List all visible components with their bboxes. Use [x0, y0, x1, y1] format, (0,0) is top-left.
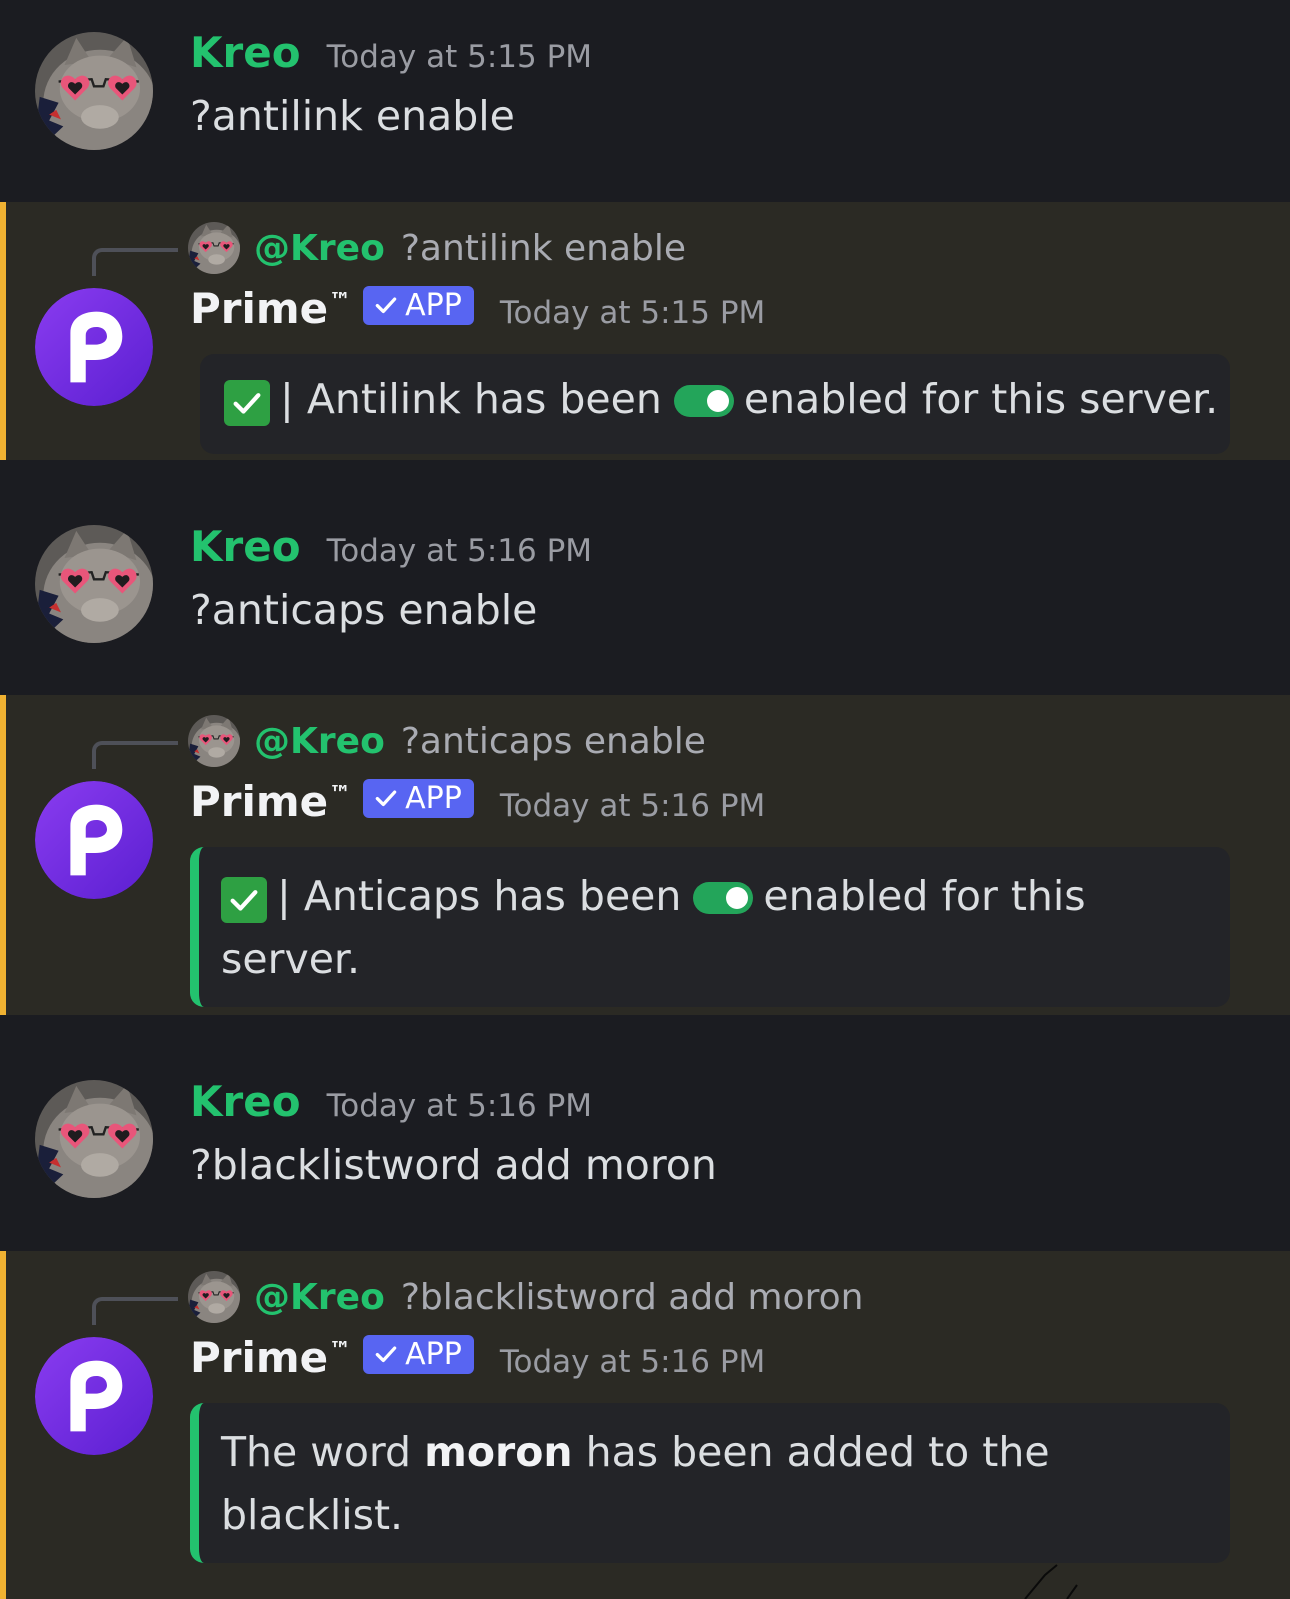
bot-reply-box: | Antilink has been enabled for this serv… — [200, 354, 1230, 454]
user-avatar[interactable] — [35, 525, 153, 643]
app-badge: APP — [363, 285, 474, 325]
username[interactable]: Kreo — [190, 1077, 301, 1126]
reply-username[interactable]: @Kreo — [254, 721, 385, 762]
user-avatar[interactable] — [35, 1080, 153, 1198]
reply-connector — [92, 248, 178, 276]
message-text: ?anticaps enable — [190, 586, 538, 634]
bot-avatar[interactable] — [35, 781, 153, 899]
reply-text: ?antilink enable — [400, 227, 687, 269]
verified-check-icon — [373, 1341, 399, 1367]
reply-reference[interactable]: @Kreo ?antilink enable — [92, 220, 686, 276]
verified-check-icon — [373, 292, 399, 318]
reply-text: ?anticaps enable — [400, 720, 706, 762]
message-text: ?antilink enable — [190, 92, 515, 140]
username[interactable]: Kreo — [190, 28, 301, 77]
toggle-on-icon — [673, 385, 734, 417]
user-avatar[interactable] — [35, 32, 153, 150]
timestamp: Today at 5:16 PM — [499, 1344, 766, 1380]
reply-connector — [92, 741, 178, 769]
app-badge: APP — [363, 1334, 474, 1374]
bot-message: @Kreo ?antilink enable Prime™ APP Today … — [0, 202, 1290, 460]
timestamp: Today at 5:15 PM — [499, 295, 766, 331]
reply-text: ?blacklistword add moron — [400, 1276, 864, 1318]
check-mark-icon — [221, 877, 267, 923]
user-message: Kreo Today at 5:16 PM ?blacklistword add… — [0, 1015, 1290, 1251]
message-header: Prime™ APP Today at 5:15 PM — [190, 284, 765, 333]
user-message: Kreo Today at 5:15 PM ?antilink enable — [0, 0, 1290, 202]
bot-name[interactable]: Prime™ — [190, 777, 351, 826]
user-message: Kreo Today at 5:16 PM ?anticaps enable — [0, 460, 1290, 695]
timestamp: Today at 5:16 PM — [326, 1088, 593, 1124]
reply-username[interactable]: @Kreo — [254, 228, 385, 269]
embed-line: | Anticaps has been enabled for this — [221, 865, 1206, 928]
embed: | Anticaps has been enabled for this serv… — [190, 847, 1230, 1007]
embed-line: server. — [221, 935, 361, 983]
message-header: Prime™ APP Today at 5:16 PM — [190, 777, 765, 826]
message-text: ?blacklistword add moron — [190, 1141, 717, 1189]
bot-avatar[interactable] — [35, 288, 153, 406]
reply-username[interactable]: @Kreo — [254, 1277, 385, 1318]
message-header: Kreo Today at 5:16 PM — [190, 522, 592, 571]
bot-message: @Kreo ?anticaps enable Prime™ APP Today … — [0, 695, 1290, 1015]
check-mark-icon — [224, 380, 270, 426]
reply-reference[interactable]: @Kreo ?anticaps enable — [92, 713, 706, 769]
scroll-handle-icon — [1024, 1564, 1078, 1599]
timestamp: Today at 5:15 PM — [326, 39, 593, 75]
timestamp: Today at 5:16 PM — [326, 533, 593, 569]
timestamp: Today at 5:16 PM — [499, 788, 766, 824]
app-badge: APP — [363, 778, 474, 818]
reply-avatar — [188, 1271, 240, 1323]
username[interactable]: Kreo — [190, 522, 301, 571]
bot-name[interactable]: Prime™ — [190, 1333, 351, 1382]
reply-avatar — [188, 222, 240, 274]
blacklisted-word: moron — [424, 1428, 573, 1476]
message-header: Prime™ APP Today at 5:16 PM — [190, 1333, 765, 1382]
bot-avatar[interactable] — [35, 1337, 153, 1455]
embed-line: The word moron has been added to the — [221, 1428, 1050, 1476]
reply-connector — [92, 1297, 178, 1325]
reply-avatar — [188, 715, 240, 767]
reply-reference[interactable]: @Kreo ?blacklistword add moron — [92, 1269, 863, 1325]
toggle-on-icon — [693, 882, 754, 914]
message-header: Kreo Today at 5:15 PM — [190, 28, 592, 77]
bot-name[interactable]: Prime™ — [190, 284, 351, 333]
verified-check-icon — [373, 785, 399, 811]
message-header: Kreo Today at 5:16 PM — [190, 1077, 592, 1126]
